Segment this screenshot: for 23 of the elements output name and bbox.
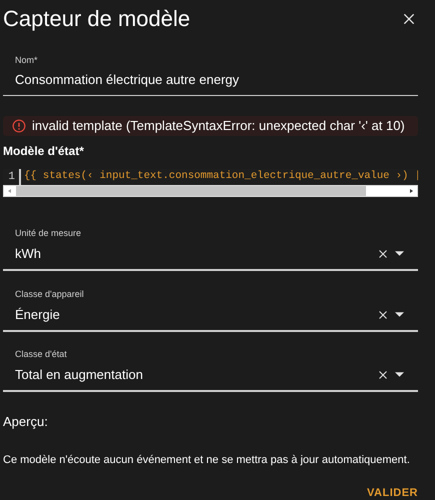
error-icon bbox=[12, 118, 26, 133]
preview-message: Ce modèle n'écoute aucun événement et ne se mettra pas à jour automatiquement. bbox=[3, 452, 410, 468]
horizontal-scrollbar[interactable] bbox=[3, 185, 418, 197]
dropdown-caret-icon[interactable] bbox=[395, 372, 404, 378]
preview-heading: Aperçu: bbox=[3, 413, 48, 431]
select-field[interactable]: Classe d'appareil Énergie bbox=[3, 284, 418, 332]
dropdown-caret-icon[interactable] bbox=[395, 251, 404, 257]
scroll-right-icon[interactable] bbox=[407, 187, 415, 195]
select-field[interactable]: Classe d'état Total en augmentation bbox=[3, 344, 418, 392]
scrollbar-thumb[interactable] bbox=[16, 186, 366, 196]
clear-icon[interactable] bbox=[377, 248, 389, 260]
name-field[interactable]: Nom* Consommation électrique autre energy bbox=[3, 50, 418, 96]
scroll-left-icon[interactable] bbox=[6, 187, 14, 195]
select-field[interactable]: Unité de mesure kWh bbox=[3, 223, 418, 271]
clear-icon[interactable] bbox=[377, 309, 389, 321]
dialog-title: Capteur de modèle bbox=[3, 5, 190, 33]
line-number: 1 bbox=[8, 170, 15, 184]
error-message: invalid template (TemplateSyntaxError: unexpected char '‹' at 10) bbox=[32, 117, 405, 135]
field-label: Modèle d'état* bbox=[3, 142, 84, 160]
dropdown-caret-icon[interactable] bbox=[395, 312, 404, 318]
clear-icon[interactable] bbox=[377, 369, 389, 381]
validate-button[interactable]: VALIDER bbox=[367, 485, 418, 500]
code-line: {{ states(‹ input_text.consommation_electrique_autre_value ›) | bbox=[24, 168, 418, 184]
